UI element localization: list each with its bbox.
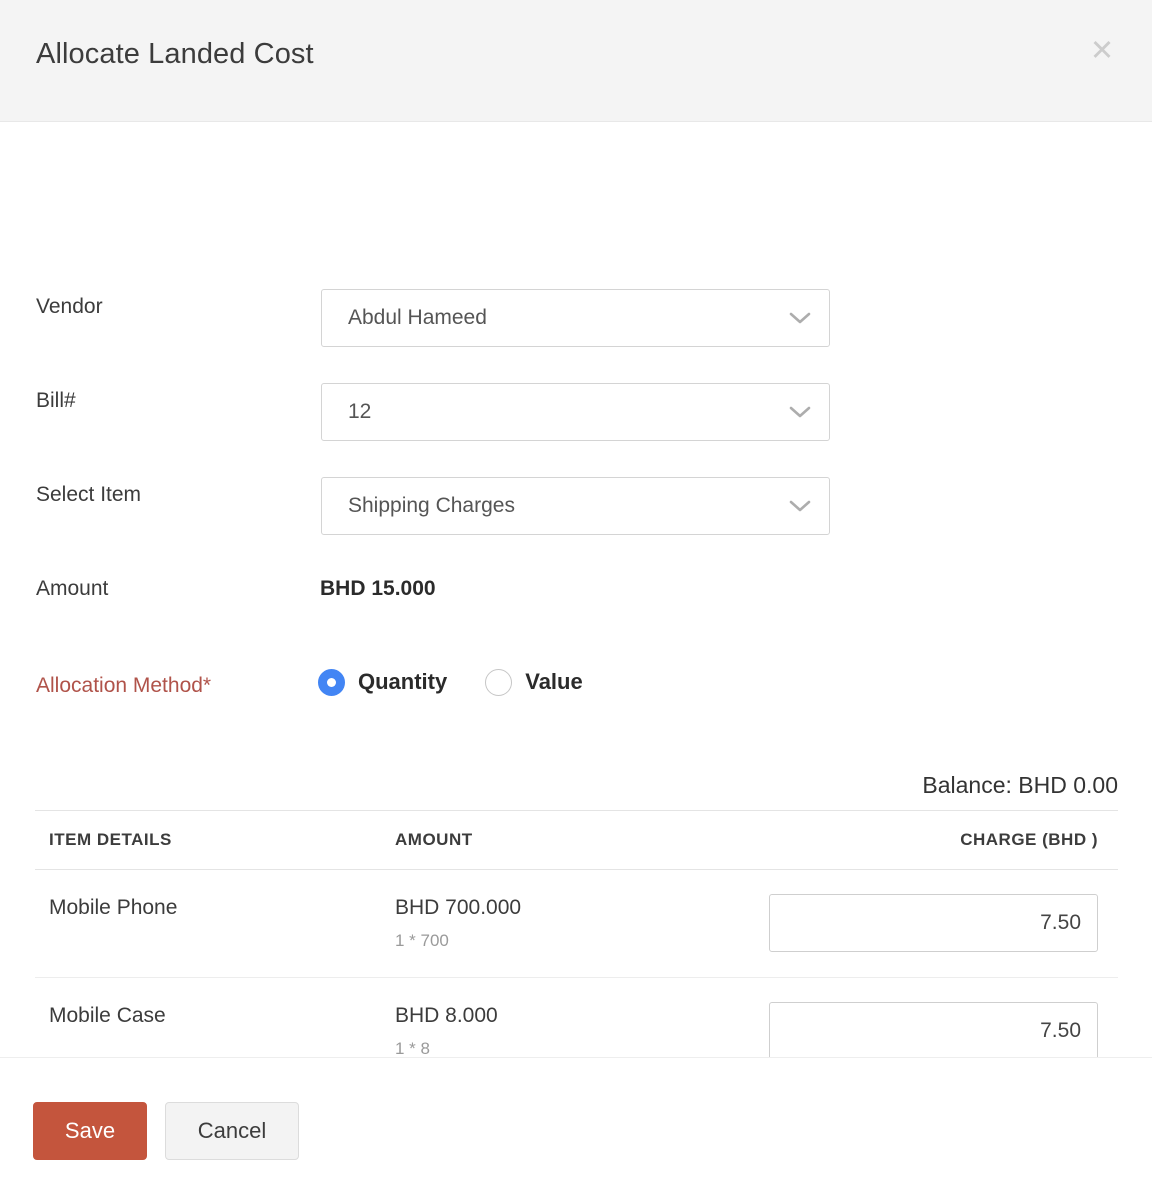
item-select[interactable]: Shipping Charges: [321, 477, 830, 535]
vendor-select[interactable]: Abdul Hameed: [321, 289, 830, 347]
column-header-item-details: ITEM DETAILS: [35, 830, 395, 850]
allocation-method-label: Allocation Method*: [36, 666, 286, 706]
vendor-row: Vendor Abdul Hameed: [0, 292, 1152, 344]
radio-value-mark: [485, 669, 512, 696]
radio-quantity-label: Quantity: [358, 669, 447, 695]
row-charge-cell: [753, 1002, 1118, 1060]
radio-option-quantity[interactable]: Quantity: [318, 669, 447, 696]
row-amount-value: BHD 700.000: [395, 894, 753, 922]
radio-option-value[interactable]: Value: [485, 669, 582, 696]
vendor-label: Vendor: [36, 292, 103, 322]
chevron-down-icon: [789, 478, 811, 534]
balance-text: Balance: BHD 0.00: [0, 772, 1118, 799]
allocation-table: ITEM DETAILS AMOUNT CHARGE (BHD ) Mobile…: [35, 810, 1118, 1086]
close-icon[interactable]: ✕: [1085, 34, 1119, 68]
allocation-method-row: Allocation Method* Quantity Value: [0, 666, 1152, 746]
dialog-title: Allocate Landed Cost: [36, 38, 314, 71]
row-amount-cell: BHD 700.000 1 * 700: [395, 894, 753, 951]
row-charge-cell: [753, 894, 1118, 952]
dialog-header: Allocate Landed Cost ✕: [0, 0, 1152, 122]
allocation-method-radio-group: Quantity Value: [318, 666, 621, 698]
charge-input[interactable]: [769, 894, 1098, 952]
dialog-body: Vendor Abdul Hameed Bill# 12 Select Item…: [0, 122, 1152, 1057]
bill-label: Bill#: [36, 386, 76, 416]
amount-label: Amount: [36, 574, 108, 604]
radio-value-label: Value: [525, 669, 582, 695]
radio-quantity-mark: [318, 669, 345, 696]
select-item-label: Select Item: [36, 480, 141, 510]
save-button[interactable]: Save: [33, 1102, 147, 1160]
table-row: Mobile Phone BHD 700.000 1 * 700: [35, 870, 1118, 978]
chevron-down-icon: [789, 290, 811, 346]
cancel-button[interactable]: Cancel: [165, 1102, 299, 1160]
chevron-down-icon: [789, 384, 811, 440]
select-item-row: Select Item Shipping Charges: [0, 480, 1152, 532]
row-item-name: Mobile Case: [35, 1002, 395, 1030]
row-amount-cell: BHD 8.000 1 * 8: [395, 1002, 753, 1059]
amount-value: BHD 15.000: [320, 574, 436, 604]
row-amount-breakdown: 1 * 8: [395, 1039, 753, 1059]
row-item-name: Mobile Phone: [35, 894, 395, 922]
column-header-charge: CHARGE (BHD ): [753, 830, 1118, 850]
charge-input[interactable]: [769, 1002, 1098, 1060]
bill-select-value: 12: [348, 384, 371, 440]
item-select-value: Shipping Charges: [348, 478, 515, 534]
table-header-row: ITEM DETAILS AMOUNT CHARGE (BHD ): [35, 810, 1118, 870]
bill-row: Bill# 12: [0, 386, 1152, 438]
dialog-footer: Save Cancel: [0, 1057, 1152, 1188]
vendor-select-value: Abdul Hameed: [348, 290, 487, 346]
row-amount-value: BHD 8.000: [395, 1002, 753, 1030]
column-header-amount: AMOUNT: [395, 830, 753, 850]
bill-select[interactable]: 12: [321, 383, 830, 441]
row-amount-breakdown: 1 * 700: [395, 931, 753, 951]
amount-row: Amount BHD 15.000: [0, 574, 1152, 626]
